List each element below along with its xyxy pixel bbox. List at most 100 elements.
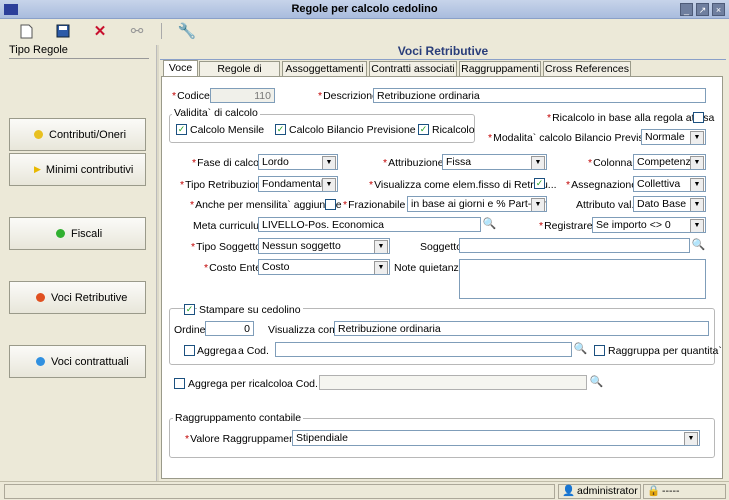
visualizza-fisso-checkbox[interactable]: ✓ [534,178,545,189]
tab-cross-references[interactable]: Cross References [543,61,631,76]
tipo-retribuzione-select[interactable]: Fondamentale [258,176,338,192]
tipo-soggetto-label: Tipo Soggetto [191,241,261,253]
fiscali-button[interactable]: Fiscali [9,217,146,250]
rule-type-header: Tipo Regole [9,44,149,59]
title-bar: Regole per calcolo cedolino _ ↗ × [0,0,729,19]
costo-ente-label: Costo Ente [204,262,261,274]
soggetto-label: Soggetto [420,241,463,253]
minimize-button[interactable]: _ [680,3,693,16]
tab-raggruppamenti[interactable]: Raggruppamenti [459,61,541,76]
tipo-retribuzione-label: Tipo Retribuzione [180,179,267,191]
raggruppamento-legend: Raggruppamento contabile [173,412,304,424]
anche-mensilita-label: Anche per mensilita` aggiuntive [190,199,342,211]
attributo-val-select[interactable]: Dato Base [633,196,706,212]
voci-contrattuali-button[interactable]: Voci contrattuali [9,345,146,378]
tab-voce[interactable]: Voce [163,60,198,77]
modalita-select[interactable]: Normale [641,129,706,145]
wrench-icon[interactable]: 🔧 [176,21,198,41]
modalita-label: Modalita` calcolo Bilancio Previsione [488,132,663,144]
registrare-label: Registrare [539,220,592,232]
status-main [4,484,555,499]
search-icon[interactable]: 🔍 [482,217,497,232]
play-icon: ▶ [34,164,41,174]
colonna-select[interactable]: Competenza [633,154,706,170]
a-cod-ricalcolo-label: a Cod. [287,378,318,390]
aggrega-ricalcolo-checkbox[interactable] [174,378,185,389]
codice-field[interactable]: 110 [210,88,275,103]
attribuzione-select[interactable]: Fissa [442,154,547,170]
save-icon[interactable] [52,21,74,41]
stampare-label: Stampare su cedolino [197,304,303,316]
meta-curriculum-field[interactable]: LIVELLO-Pos. Economica [258,217,481,232]
ricalcolo-attesa-label: Ricalcolo in base alla regola attesa [547,112,714,124]
section-divider [160,59,726,60]
status-other: 🔒 ----- [643,484,726,499]
window-title: Regole per calcolo cedolino [291,3,438,15]
search-icon[interactable]: 🔍 [589,375,604,390]
new-doc-icon[interactable] [15,21,37,41]
search-icon[interactable]: 🔍 [573,342,588,357]
anche-mensilita-checkbox[interactable] [325,199,336,210]
stampare-checkbox[interactable]: ✓ [184,304,195,315]
close-button[interactable]: × [712,3,725,16]
costo-ente-select[interactable]: Costo [258,259,390,275]
note-quietanza-field[interactable] [459,259,706,299]
circle-icon [56,229,65,238]
tipo-soggetto-select[interactable]: Nessun soggetto [258,238,390,254]
visualizza-come-field[interactable]: Retribuzione ordinaria [334,321,709,336]
tab-assoggettamenti[interactable]: Assoggettamenti [282,61,367,76]
minimi-button[interactable]: ▶ Minimi contributivi [9,153,146,186]
link-icon[interactable]: ⚯ [126,21,148,41]
calcolo-mensile-checkbox[interactable]: ✓ [176,124,187,135]
codice-label: Codice [172,90,210,102]
frazionabile-select[interactable]: in base ai giorni e % Part-Time [407,196,547,212]
status-bar: 👤 administrator 🔒 ----- [0,481,729,500]
fase-label: Fase di calcolo [192,157,267,169]
registrare-select[interactable]: Se importo <> 0 [592,217,706,233]
user-icon: 👤 [562,485,576,497]
visualizza-fisso-label: Visualizza come elem.fisso di Retribu... [369,179,556,191]
aggrega-checkbox[interactable] [184,345,195,356]
status-user: 👤 administrator [558,484,641,499]
contributi-button[interactable]: Contributi/Oneri [9,118,146,151]
assegnazione-label: Assegnazione [566,179,637,191]
tab-contratti[interactable]: Contratti associati [369,61,457,76]
voci-retributive-button[interactable]: Voci Retributive [9,281,146,314]
a-cod-ricalcolo-field[interactable] [319,375,587,390]
ordine-label: Ordine [174,324,206,336]
tab-regole-calcolo[interactable]: Regole di calcolo [199,61,280,89]
splitter[interactable] [156,45,159,481]
calcolo-bilancio-label: Calcolo Bilancio Previsione [289,124,416,136]
ordine-field[interactable]: 0 [205,321,254,336]
section-title: Voci Retributive [397,44,489,58]
circle-icon [36,293,45,302]
delete-icon[interactable]: ✕ [89,21,111,41]
assegnazione-select[interactable]: Collettiva [633,176,706,192]
valore-raggruppamento-select[interactable]: Stipendiale [292,430,700,446]
descrizione-field[interactable]: Retribuzione ordinaria [373,88,706,103]
circle-icon [36,357,45,366]
toolbar-separator [161,23,162,39]
note-quietanza-label: Note quietanza [394,262,465,274]
maximize-button[interactable]: ↗ [696,3,709,16]
search-icon[interactable]: 🔍 [691,238,706,253]
ricalcolo-attesa-checkbox[interactable] [693,112,704,123]
lock-icon: 🔒 [647,485,661,497]
raggruppa-label: Raggruppa per quantita` [608,345,722,357]
ricalcolo-checkbox[interactable]: ✓ [418,124,429,135]
aggrega-label: Aggrega [197,345,237,357]
ricalcolo-label: Ricalcolo [432,124,475,136]
aggrega-ricalcolo-label: Aggrega per ricalcolo [188,378,288,390]
a-cod-field[interactable] [275,342,572,357]
frazionabile-label: Frazionabile [343,199,405,211]
rule-type-panel: Tipo Regole [3,44,154,478]
validita-legend: Validita` di calcolo [172,107,260,119]
valore-raggruppamento-label: Valore Raggruppamento [185,433,304,445]
soggetto-field[interactable] [459,238,690,253]
calcolo-bilancio-checkbox[interactable]: ✓ [275,124,286,135]
raggruppa-checkbox[interactable] [594,345,605,356]
calcolo-mensile-label: Calcolo Mensile [190,124,265,136]
fase-select[interactable]: Lordo [258,154,338,170]
a-cod-label: a Cod. [238,345,269,357]
colonna-label: Colonna [588,157,632,169]
